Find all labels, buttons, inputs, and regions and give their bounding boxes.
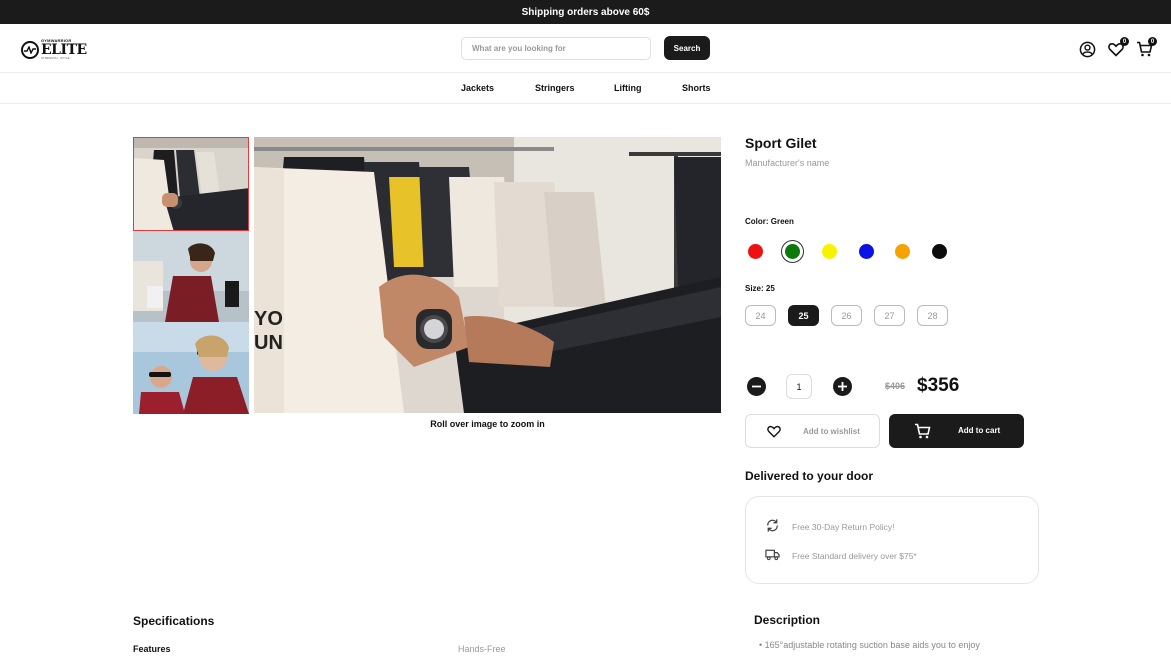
color-swatch-red[interactable] — [748, 244, 763, 259]
old-price: $406 — [885, 381, 906, 391]
manufacturer-name: Manufacturer's name — [745, 158, 830, 168]
thumbnail-shopping-woman-image — [133, 231, 249, 322]
color-swatch-orange[interactable] — [895, 244, 910, 259]
quantity-decrease-button[interactable] — [747, 377, 766, 396]
cart-icon[interactable]: 0 — [1135, 37, 1157, 58]
description-bullet-text: 165°adjustable rotating suction base aid… — [764, 640, 980, 650]
search-input[interactable] — [461, 37, 651, 60]
size-label: Size: 25 — [745, 284, 775, 293]
delivery-policy-box: Free 30-Day Return Policy! Free Standard… — [745, 496, 1039, 584]
size-option-28[interactable]: 28 — [917, 305, 948, 326]
account-icon[interactable] — [1078, 40, 1096, 58]
gallery-thumbnail-2[interactable] — [133, 231, 249, 322]
logo-mark-icon — [21, 40, 39, 59]
cart-icon — [914, 423, 931, 444]
nav-item-lifting[interactable]: Lifting — [614, 83, 642, 93]
description-bullet: • 165°adjustable rotating suction base a… — [759, 640, 980, 650]
logo[interactable]: GYMWARRIOR ELITE STRENGTH · STYLE — [21, 39, 87, 60]
zoom-hint: Roll over image to zoom in — [430, 419, 545, 429]
return-policy-text: Free 30-Day Return Policy! — [792, 521, 895, 532]
return-refresh-icon — [765, 518, 780, 535]
delivery-truck-icon — [765, 548, 780, 563]
svg-text:YO: YO — [254, 308, 283, 330]
shipping-banner: Shipping orders above 60$ — [0, 0, 1171, 24]
return-policy-row: Free 30-Day Return Policy! — [765, 518, 895, 535]
cart-button-label: Add to cart — [958, 426, 1001, 435]
delivery-heading: Delivered to your door — [745, 469, 874, 483]
color-swatch-black[interactable] — [932, 244, 947, 259]
nav-item-stringers[interactable]: Stringers — [535, 83, 575, 93]
shipping-policy-text: Free Standard delivery over $75* — [792, 550, 917, 561]
quantity-increase-button[interactable] — [833, 377, 852, 396]
color-swatch-blue[interactable] — [859, 244, 874, 259]
thumbnail-two-women-image — [133, 322, 249, 414]
quantity-value[interactable]: 1 — [786, 374, 812, 399]
current-price: $356 — [917, 375, 960, 396]
logo-tagline: STRENGTH · STYLE — [41, 56, 70, 60]
wishlist-button-label: Add to wishlist — [803, 427, 860, 436]
logo-brand-text: ELITE — [41, 42, 87, 58]
size-option-25[interactable]: 25 — [788, 305, 819, 326]
spec-features-key: Features — [133, 644, 171, 654]
product-title: Sport Gilet — [745, 135, 817, 151]
size-option-24[interactable]: 24 — [745, 305, 776, 326]
gallery-thumbnail-3[interactable] — [133, 322, 249, 414]
shipping-policy-row: Free Standard delivery over $75* — [765, 548, 917, 563]
color-swatch-yellow[interactable] — [822, 244, 837, 259]
add-to-wishlist-button[interactable]: Add to wishlist — [745, 414, 880, 448]
svg-text:UN: UN — [254, 332, 283, 354]
add-to-cart-button[interactable]: Add to cart — [889, 414, 1024, 448]
site-header: GYMWARRIOR ELITE STRENGTH · STYLE Search… — [0, 24, 1171, 73]
size-option-26[interactable]: 26 — [831, 305, 862, 326]
cart-count-badge: 0 — [1148, 37, 1157, 46]
main-product-image[interactable]: YO UN — [254, 137, 721, 413]
gallery-thumbnail-1[interactable] — [133, 137, 249, 231]
color-label: Color: Green — [745, 217, 794, 226]
description-heading: Description — [754, 613, 821, 627]
specifications-heading: Specifications — [133, 614, 215, 628]
shipping-banner-text: Shipping orders above 60$ — [521, 6, 650, 18]
search-button[interactable]: Search — [664, 36, 710, 60]
nav-item-shorts[interactable]: Shorts — [682, 83, 711, 93]
size-option-27[interactable]: 27 — [874, 305, 905, 326]
clothes-rack-photo: YO UN — [254, 137, 721, 413]
wishlist-icon[interactable]: 0 — [1107, 37, 1129, 58]
plus-icon — [838, 382, 847, 391]
thumbnail-clothes-rack-image — [134, 138, 248, 230]
minus-icon — [752, 385, 761, 388]
spec-features-value: Hands-Free — [458, 644, 506, 654]
color-swatch-green[interactable] — [785, 244, 800, 259]
category-nav: Jackets Stringers Lifting Shorts — [0, 73, 1171, 104]
heart-icon — [767, 425, 781, 443]
wishlist-count-badge: 0 — [1120, 37, 1129, 46]
nav-item-jackets[interactable]: Jackets — [461, 83, 494, 93]
